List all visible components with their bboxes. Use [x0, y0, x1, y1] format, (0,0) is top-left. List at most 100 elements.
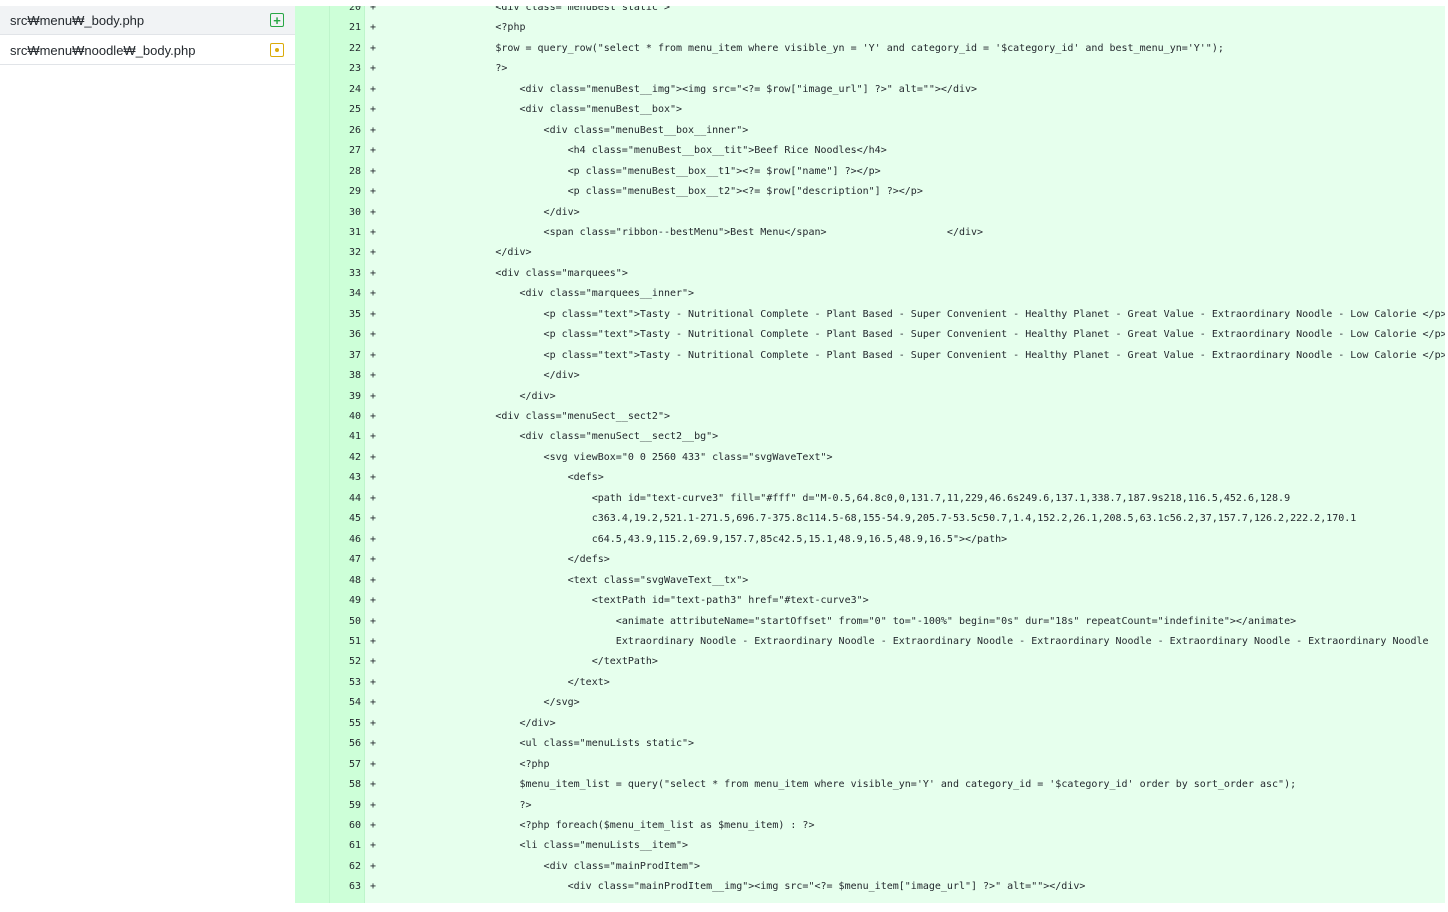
line-number: 36: [348, 329, 361, 341]
added-marker: +: [370, 390, 377, 402]
added-marker: +: [370, 226, 377, 238]
diff-line[interactable]: 36 + <p class="text">Tasty - Nutritional C…: [295, 325, 1445, 346]
added-marker: +: [370, 697, 377, 709]
line-number: 26: [348, 124, 361, 136]
diff-line[interactable]: 25 + <div class="menuBest__box">: [295, 100, 1445, 121]
diff-line[interactable]: 33 + <div class="marquees">: [295, 264, 1445, 285]
diff-line[interactable]: 32 + </div>: [295, 243, 1445, 264]
code-text: </text>: [567, 676, 610, 688]
diff-line[interactable]: 58 + $menu_item_list = query("select * fro…: [295, 775, 1445, 796]
added-marker: +: [370, 738, 377, 750]
diff-line[interactable]: 44 + <path id="text-curve3" fill="#fff" d=…: [295, 489, 1445, 510]
diff-line[interactable]: 57 + <?php: [295, 755, 1445, 776]
code-text: <div class="marquees__inner">: [519, 288, 695, 300]
code-text: c64.5,43.9,115.2,69.9,157.7,85c42.5,15.1…: [591, 533, 1008, 545]
line-number: 45: [348, 513, 361, 525]
diff-line[interactable]: 55 + </div>: [295, 714, 1445, 735]
diff-line[interactable]: 39 + </div>: [295, 387, 1445, 408]
plus-square-icon: +: [270, 13, 284, 27]
diff-line[interactable]: 62 + <div class="mainProdItem">: [295, 857, 1445, 878]
diff-line[interactable]: 47 + </defs>: [295, 550, 1445, 571]
line-number: 22: [348, 42, 361, 54]
diff-line[interactable]: 61 + <li class="menuLists__item">: [295, 836, 1445, 857]
line-number: 29: [348, 186, 361, 198]
added-marker: +: [370, 308, 377, 320]
line-number: 38: [348, 370, 361, 382]
diff-line[interactable]: 63 + <div class="mainProdItem__img"><img s…: [295, 877, 1445, 898]
diff-line[interactable]: 37 + <p class="text">Tasty - Nutritional C…: [295, 346, 1445, 367]
added-marker: +: [370, 431, 377, 443]
diff-line[interactable]: 53 + </text>: [295, 673, 1445, 694]
file-item-noodle-body[interactable]: src₩menu₩noodle₩_body.php: [0, 36, 295, 65]
code-text: <defs>: [567, 472, 604, 484]
added-marker: +: [370, 349, 377, 361]
diff-line[interactable]: 41 + <div class="menuSect__sect2__bg">: [295, 427, 1445, 448]
code-text: <h4 class="menuBest__box__tit">Beef Rice…: [567, 145, 887, 157]
added-marker: +: [370, 124, 377, 136]
diff-line[interactable]: 42 + <svg viewBox="0 0 2560 433" class="sv…: [295, 448, 1445, 469]
line-number: 42: [348, 451, 361, 463]
diff-line[interactable]: 20 + <div class="menuBest static">: [295, 6, 1445, 19]
diff-line[interactable]: 49 + <textPath id="text-path3" href="#text…: [295, 591, 1445, 612]
added-marker: +: [370, 451, 377, 463]
added-marker: +: [370, 370, 377, 382]
diff-line[interactable]: 24 + <div class="menuBest__img"><img src="…: [295, 80, 1445, 101]
diff-line[interactable]: 26 + <div class="menuBest__box__inner">: [295, 121, 1445, 142]
diff-line[interactable]: 46 + c64.5,43.9,115.2,69.9,157.7,85c42.5,1…: [295, 530, 1445, 551]
diff-line[interactable]: 31 + <span class="ribbon--bestMenu">Best M…: [295, 223, 1445, 244]
code-text: <p class="text">Tasty - Nutritional Comp…: [543, 329, 1445, 341]
diff-line[interactable]: 27 + <h4 class="menuBest__box__tit">Beef R…: [295, 141, 1445, 162]
line-number: 62: [348, 860, 361, 872]
diff-line[interactable]: 59 + ?>: [295, 796, 1445, 817]
line-number: 32: [348, 247, 361, 259]
diff-line[interactable]: 30 + </div>: [295, 203, 1445, 224]
line-number: 52: [348, 656, 361, 668]
line-number: 47: [348, 554, 361, 566]
diff-line[interactable]: 21 + <?php: [295, 18, 1445, 39]
diff-line[interactable]: 51 + Extraordinary Noodle - Extraordinary …: [295, 632, 1445, 653]
code-text: </div>: [519, 390, 556, 402]
code-text: $row = query_row("select * from menu_ite…: [495, 42, 1224, 54]
code-text: <div class="menuSect__sect2">: [495, 411, 670, 422]
file-item-menu-body[interactable]: src₩menu₩_body.php +: [0, 6, 295, 35]
added-marker: +: [370, 42, 377, 54]
line-number: 56: [348, 738, 361, 750]
diff-line[interactable]: 35 + <p class="text">Tasty - Nutritional C…: [295, 305, 1445, 326]
line-number: 39: [348, 390, 361, 402]
diff-line[interactable]: 22 + $row = query_row("select * from menu_…: [295, 39, 1445, 60]
added-marker: +: [370, 145, 377, 157]
diff-line[interactable]: 60 + <?php foreach($menu_item_list as $men…: [295, 816, 1445, 837]
added-marker: +: [370, 329, 377, 341]
added-marker: +: [370, 758, 377, 770]
diff-line[interactable]: 28 + <p class="menuBest__box__t1"><?= $row…: [295, 162, 1445, 183]
diff-line[interactable]: 50 + <animate attributeName="startOffset" …: [295, 612, 1445, 633]
diff-line[interactable]: 40 + <div class="menuSect__sect2">: [295, 407, 1445, 428]
line-number: 35: [348, 308, 361, 320]
code-text: <li class="menuLists__item">: [519, 840, 689, 852]
diff-line[interactable]: 23 + ?>: [295, 59, 1445, 80]
line-number: 40: [348, 411, 361, 422]
diff-line[interactable]: 52 + </textPath>: [295, 652, 1445, 673]
diff-line[interactable]: 29 + <p class="menuBest__box__t2"><?= $row…: [295, 182, 1445, 203]
diff-line[interactable]: 43 + <defs>: [295, 468, 1445, 489]
line-number: 57: [348, 758, 361, 770]
line-number: 31: [348, 226, 361, 238]
line-number: 55: [348, 717, 361, 729]
diff-line[interactable]: 34 + <div class="marquees__inner">: [295, 284, 1445, 305]
diff-line[interactable]: 54 + </svg>: [295, 693, 1445, 714]
code-text: <p class="menuBest__box__t1"><?= $row["n…: [567, 165, 881, 177]
code-text: <?php: [519, 758, 550, 770]
code-text: <text class="svgWaveText__tx">: [567, 574, 749, 586]
diff-line[interactable]: 45 + c363.4,19.2,521.1-271.5,696.7-375.8c1…: [295, 509, 1445, 530]
diff-line[interactable]: 56 + <ul class="menuLists static">: [295, 734, 1445, 755]
diff-line[interactable]: 38 + </div>: [295, 366, 1445, 387]
added-marker: +: [370, 247, 377, 259]
line-number: 60: [348, 820, 361, 831]
added-marker: +: [370, 656, 377, 668]
diff-line[interactable]: 48 + <text class="svgWaveText__tx">: [295, 571, 1445, 592]
code-text: <div class="menuBest__box__inner">: [543, 124, 749, 136]
line-number: 59: [348, 799, 361, 811]
code-text: <textPath id="text-path3" href="#text-cu…: [591, 595, 869, 607]
file-tree-sidebar: src₩menu₩_body.php + src₩menu₩noodle₩_bo…: [0, 0, 295, 912]
line-number: 51: [348, 635, 361, 647]
